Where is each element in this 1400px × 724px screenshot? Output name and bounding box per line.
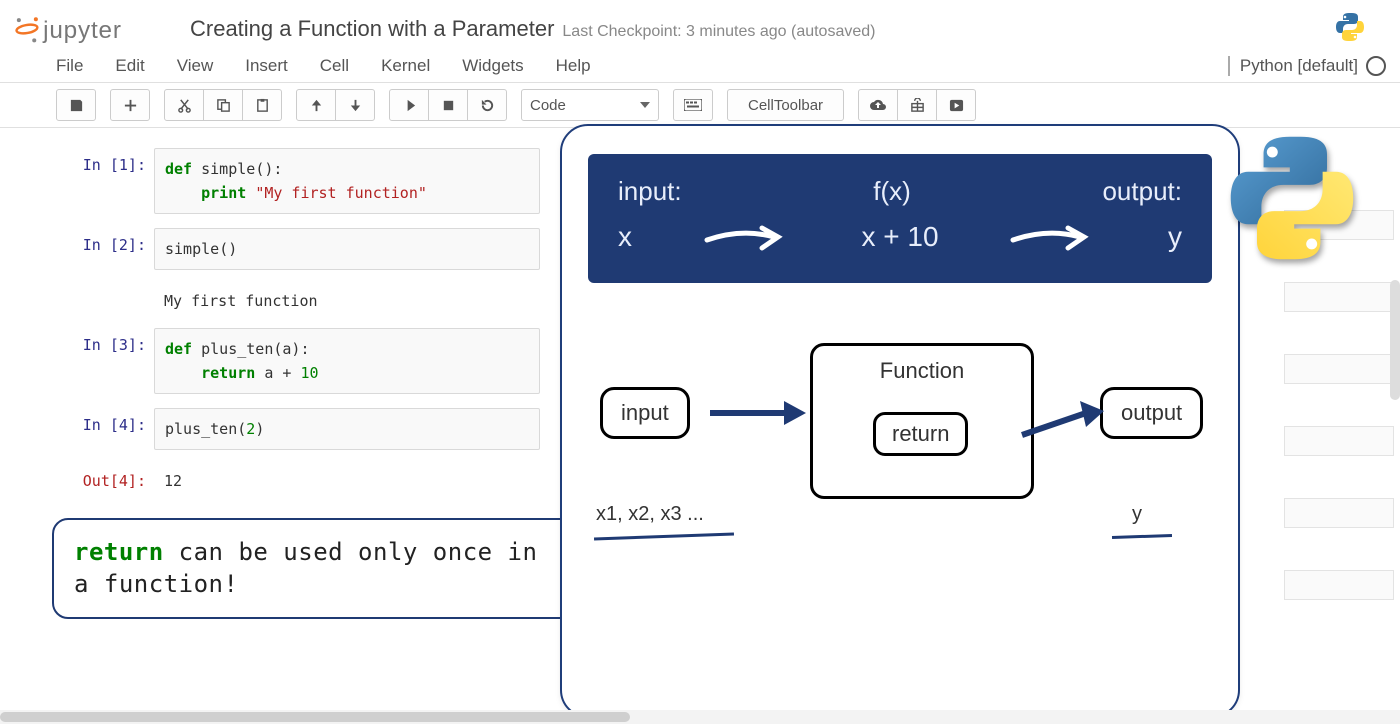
python-logo-large [1222,128,1362,273]
out-prompt: Out[4]: [60,464,154,490]
checkpoint-text: Last Checkpoint: 3 minutes ago (autosave… [562,23,875,41]
menu-kernel[interactable]: Kernel [381,56,430,76]
middle-expr: x + 10 [861,221,938,253]
code-cell[interactable]: In [4]: plus_ten(2) [60,408,540,450]
blank-prompt [60,284,154,292]
celltoolbar-button[interactable]: CellToolbar [727,89,844,121]
notebook-header: jupyter Creating a Function with a Param… [0,0,1400,52]
in-prompt: In [3]: [60,328,154,354]
cloud-upload-icon[interactable] [858,89,898,121]
stdout-output: My first function [60,284,540,314]
cells-column: In [1]: def simple(): print "My first fu… [60,148,540,508]
menu-edit[interactable]: Edit [115,56,144,76]
scrollbar-thumb[interactable] [0,712,630,722]
code-cell[interactable]: In [3]: def plus_ten(a): return a + 10 [60,328,540,394]
notebook-content: In [1]: def simple(): print "My first fu… [0,128,1400,508]
code-content[interactable]: simple() [154,228,540,270]
arrow-icon [708,399,808,427]
ghost-cells [1284,210,1394,642]
restart-icon[interactable] [467,89,507,121]
menu-widgets[interactable]: Widgets [462,56,523,76]
kernel-status-icon [1366,56,1386,76]
stop-icon[interactable] [428,89,468,121]
function-box-diagram: input Function return output x1, x2, x3 … [590,343,1210,563]
slideshow-icon[interactable] [936,89,976,121]
python-kernel-icon [1334,11,1386,48]
menu-file[interactable]: File [56,56,83,76]
celltype-value: Code [530,97,566,114]
xs-label: x1, x2, x3 ... [596,503,704,526]
arrow-icon [1008,222,1098,252]
input-box: input [600,387,690,439]
x-symbol: x [618,221,632,253]
command-palette-icon[interactable] [673,89,713,121]
return-box: return [873,412,968,456]
result-output: Out[4]: 12 [60,464,540,494]
move-down-icon[interactable] [335,89,375,121]
callout-note: return can be used only once in a functi… [52,518,576,619]
explanatory-overlay: input: f(x) output: x x + 10 y input Fun… [560,124,1240,718]
output-box: output [1100,387,1203,439]
kernel-name: Python [default] [1240,56,1358,76]
present-icon[interactable] [897,89,937,121]
celltype-select[interactable]: Code [521,89,659,121]
menu-view[interactable]: View [177,56,214,76]
arrow-icon [1020,401,1106,449]
output-heading: output: [1102,176,1182,207]
notebook-title[interactable]: Creating a Function with a Parameter [190,16,554,42]
y-label: y [1132,503,1142,526]
arrow-icon [702,222,792,252]
add-cell-icon[interactable] [110,89,150,121]
function-label: Function [827,356,1017,384]
result-text: 12 [154,464,540,494]
chevron-down-icon [640,102,650,108]
input-heading: input: [618,176,682,207]
svg-text:jupyter: jupyter [42,17,122,44]
paste-icon[interactable] [242,89,282,121]
code-content[interactable]: def simple(): print "My first function" [154,148,540,214]
menu-insert[interactable]: Insert [245,56,288,76]
stdout-text: My first function [154,284,540,314]
y-symbol: y [1168,221,1182,253]
celltoolbar-label: CellToolbar [742,97,829,114]
move-up-icon[interactable] [296,89,336,121]
code-cell[interactable]: In [1]: def simple(): print "My first fu… [60,148,540,214]
run-icon[interactable] [389,89,429,121]
in-prompt: In [2]: [60,228,154,254]
cut-icon[interactable] [164,89,204,121]
fx-heading: f(x) [873,176,911,207]
in-prompt: In [1]: [60,148,154,174]
toolbar: Code CellToolbar [0,83,1400,128]
scrollbar-horizontal[interactable] [0,710,1400,724]
scrollbar-vertical[interactable] [1390,280,1400,400]
menu-help[interactable]: Help [556,56,591,76]
in-prompt: In [4]: [60,408,154,434]
code-content[interactable]: def plus_ten(a): return a + 10 [154,328,540,394]
function-box: Function return [810,343,1034,499]
menu-cell[interactable]: Cell [320,56,349,76]
save-icon[interactable] [56,89,96,121]
callout-keyword: return [74,538,164,566]
jupyter-logo[interactable]: jupyter [14,8,176,50]
kernel-indicator[interactable]: Python [default] [1228,56,1386,76]
code-cell[interactable]: In [2]: simple() [60,228,540,270]
menubar: File Edit View Insert Cell Kernel Widget… [0,52,1400,83]
fx-diagram: input: f(x) output: x x + 10 y [588,154,1212,283]
copy-icon[interactable] [203,89,243,121]
code-content[interactable]: plus_ten(2) [154,408,540,450]
